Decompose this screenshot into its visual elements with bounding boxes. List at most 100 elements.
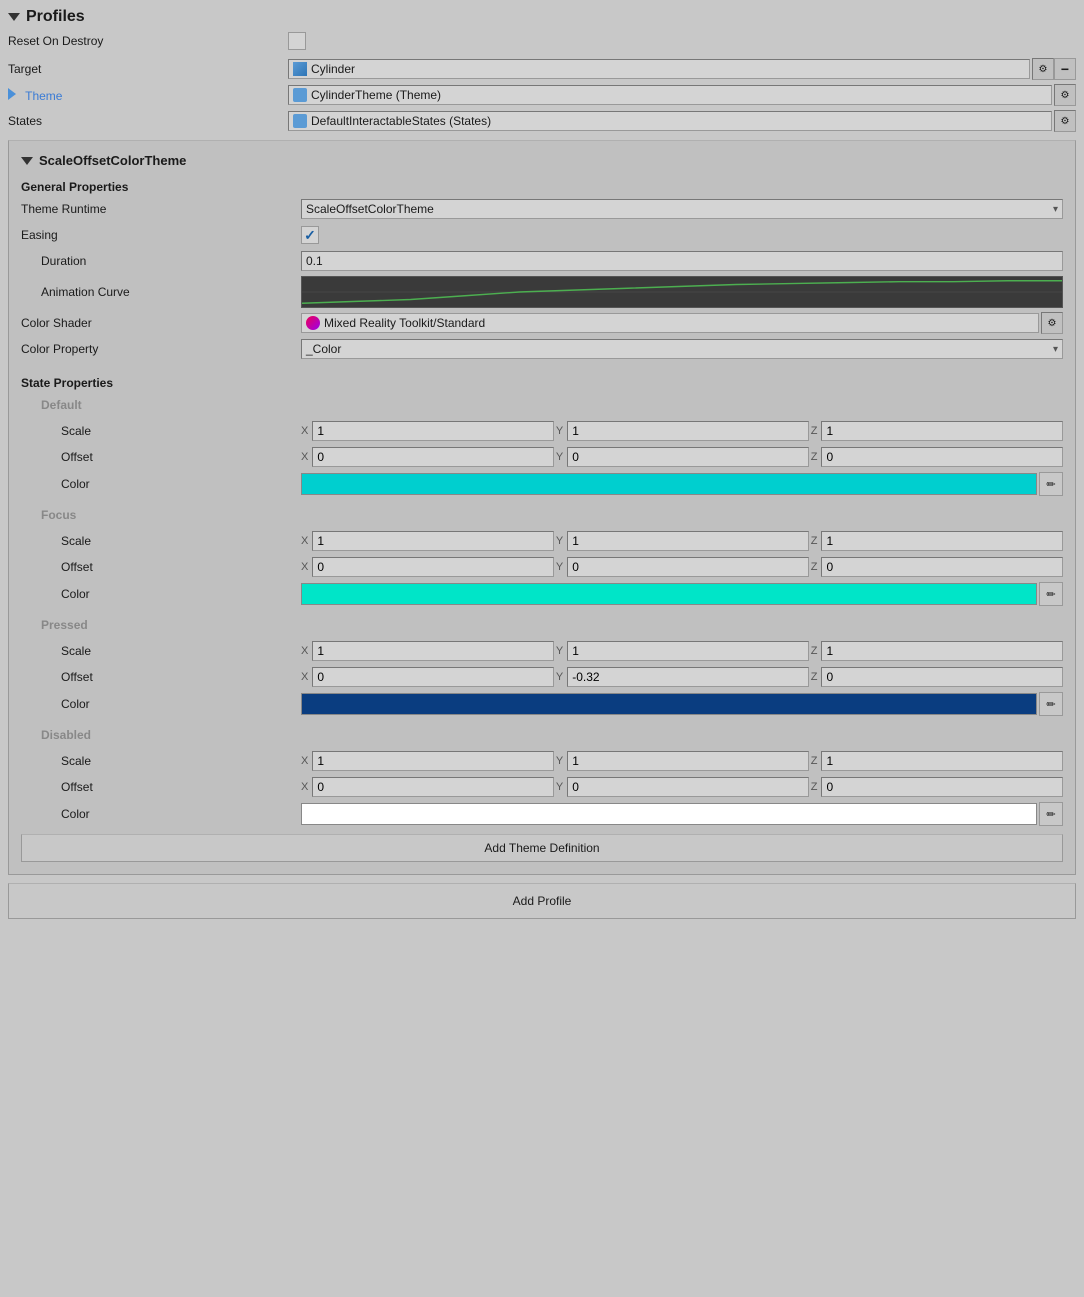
- inner-panel: ScaleOffsetColorTheme General Properties…: [8, 140, 1076, 875]
- disabled-offset-y-input[interactable]: [567, 777, 809, 797]
- inner-panel-collapse-icon[interactable]: [21, 157, 33, 165]
- disabled-scale-x-input[interactable]: [312, 751, 554, 771]
- animation-curve-label: Animation Curve: [21, 285, 301, 299]
- target-gear-button[interactable]: ⚙: [1032, 58, 1054, 80]
- focus-color-swatch[interactable]: [301, 583, 1037, 605]
- default-offset-y-label: Y: [556, 451, 563, 463]
- pressed-offset-z-input[interactable]: [821, 667, 1063, 687]
- states-gear-icon: ⚙: [1061, 116, 1070, 127]
- focus-offset-z-input[interactable]: [821, 557, 1063, 577]
- default-scale-y-label: Y: [556, 425, 563, 437]
- cube-icon: [293, 62, 307, 76]
- default-offset-y-input[interactable]: [567, 447, 809, 467]
- theme-label: Theme: [8, 88, 288, 103]
- default-scale-z-input[interactable]: [821, 421, 1063, 441]
- disabled-offset-y-label: Y: [556, 781, 563, 793]
- theme-runtime-dropdown[interactable]: ScaleOffsetColorTheme ▾: [301, 199, 1063, 219]
- duration-row: Duration: [21, 250, 1063, 272]
- focus-scale-z-label: Z: [811, 535, 818, 547]
- state-focus: Focus Scale X Y Z Offset X Y: [21, 504, 1063, 606]
- animation-curve-row: Animation Curve: [21, 276, 1063, 308]
- theme-gear-button[interactable]: ⚙: [1054, 84, 1076, 106]
- focus-offset-y-input[interactable]: [567, 557, 809, 577]
- pressed-offset-y-input[interactable]: [567, 667, 809, 687]
- default-scale-z-label: Z: [811, 425, 818, 437]
- pressed-scale-x-input[interactable]: [312, 641, 554, 661]
- theme-icon: [293, 88, 307, 102]
- theme-field[interactable]: CylinderTheme (Theme): [288, 85, 1052, 105]
- inner-panel-title: ScaleOffsetColorTheme: [39, 153, 186, 168]
- states-gear-button[interactable]: ⚙: [1054, 110, 1076, 132]
- color-shader-gear-icon: ⚙: [1048, 318, 1057, 329]
- reset-on-destroy-row: Reset On Destroy: [8, 32, 1076, 50]
- default-offset-x-input[interactable]: [312, 447, 554, 467]
- default-color-row: Color ✏: [21, 472, 1063, 496]
- disabled-color-label: Color: [21, 807, 301, 821]
- easing-label: Easing: [21, 228, 301, 242]
- focus-scale-row: Scale X Y Z: [21, 530, 1063, 552]
- default-eyedropper-button[interactable]: ✏: [1039, 472, 1063, 496]
- focus-scale-y-input[interactable]: [567, 531, 809, 551]
- disabled-scale-y-input[interactable]: [567, 751, 809, 771]
- theme-runtime-arrow: ▾: [1053, 204, 1058, 215]
- state-properties-title: State Properties: [21, 376, 1063, 390]
- theme-expand-icon[interactable]: [8, 88, 16, 100]
- default-offset-row: Offset X Y Z: [21, 446, 1063, 468]
- pressed-scale-z-input[interactable]: [821, 641, 1063, 661]
- theme-text[interactable]: Theme: [25, 89, 62, 103]
- add-theme-definition-button[interactable]: Add Theme Definition: [21, 834, 1063, 862]
- disabled-offset-z-input[interactable]: [821, 777, 1063, 797]
- color-shader-field[interactable]: Mixed Reality Toolkit/Standard: [301, 313, 1039, 333]
- easing-checkbox[interactable]: ✓: [301, 226, 319, 244]
- pressed-offset-x-input[interactable]: [312, 667, 554, 687]
- focus-scale-z-input[interactable]: [821, 531, 1063, 551]
- focus-offset-x-input[interactable]: [312, 557, 554, 577]
- color-property-dropdown[interactable]: _Color ▾: [301, 339, 1063, 359]
- duration-label: Duration: [21, 254, 301, 268]
- color-property-value: _Color: [306, 342, 341, 356]
- disabled-color-swatch[interactable]: [301, 803, 1037, 825]
- profiles-title: Profiles: [26, 8, 85, 26]
- state-pressed-header: Pressed: [21, 614, 1063, 636]
- reset-on-destroy-label: Reset On Destroy: [8, 34, 288, 48]
- easing-row: Easing ✓: [21, 224, 1063, 246]
- states-field[interactable]: DefaultInteractableStates (States): [288, 111, 1052, 131]
- disabled-offset-xyz: X Y Z: [301, 777, 1063, 797]
- state-disabled-label: Disabled: [21, 728, 301, 742]
- pressed-scale-xyz: X Y Z: [301, 641, 1063, 661]
- pressed-offset-label: Offset: [21, 670, 301, 684]
- disabled-color-row: Color ✏: [21, 802, 1063, 826]
- reset-on-destroy-checkbox[interactable]: [288, 32, 306, 50]
- profiles-header: Profiles: [8, 8, 1076, 26]
- minus-icon: −: [1061, 61, 1069, 77]
- color-property-arrow: ▾: [1053, 344, 1058, 355]
- animation-curve-display[interactable]: [301, 276, 1063, 308]
- default-scale-x-input[interactable]: [312, 421, 554, 441]
- pressed-scale-y-input[interactable]: [567, 641, 809, 661]
- disabled-eyedropper-button[interactable]: ✏: [1039, 802, 1063, 826]
- state-pressed: Pressed Scale X Y Z Offset X Y: [21, 614, 1063, 716]
- disabled-scale-z-input[interactable]: [821, 751, 1063, 771]
- default-eyedropper-icon: ✏: [1046, 478, 1055, 491]
- disabled-offset-x-input[interactable]: [312, 777, 554, 797]
- disabled-offset-label: Offset: [21, 780, 301, 794]
- default-scale-xyz: X Y Z: [301, 421, 1063, 441]
- profiles-collapse-icon[interactable]: [8, 13, 20, 21]
- pressed-eyedropper-button[interactable]: ✏: [1039, 692, 1063, 716]
- add-profile-button[interactable]: Add Profile: [8, 883, 1076, 919]
- duration-input[interactable]: [301, 251, 1063, 271]
- pressed-color-swatch[interactable]: [301, 693, 1037, 715]
- default-color-swatch[interactable]: [301, 473, 1037, 495]
- focus-scale-x-input[interactable]: [312, 531, 554, 551]
- default-scale-y-input[interactable]: [567, 421, 809, 441]
- color-shader-label: Color Shader: [21, 316, 301, 330]
- color-shader-value: Mixed Reality Toolkit/Standard: [324, 316, 485, 330]
- default-offset-z-input[interactable]: [821, 447, 1063, 467]
- focus-eyedropper-button[interactable]: ✏: [1039, 582, 1063, 606]
- default-scale-label: Scale: [21, 424, 301, 438]
- target-field[interactable]: Cylinder: [288, 59, 1030, 79]
- focus-offset-x-label: X: [301, 561, 308, 573]
- target-minus-button[interactable]: −: [1054, 58, 1076, 80]
- color-shader-gear-button[interactable]: ⚙: [1041, 312, 1063, 334]
- pressed-offset-row: Offset X Y Z: [21, 666, 1063, 688]
